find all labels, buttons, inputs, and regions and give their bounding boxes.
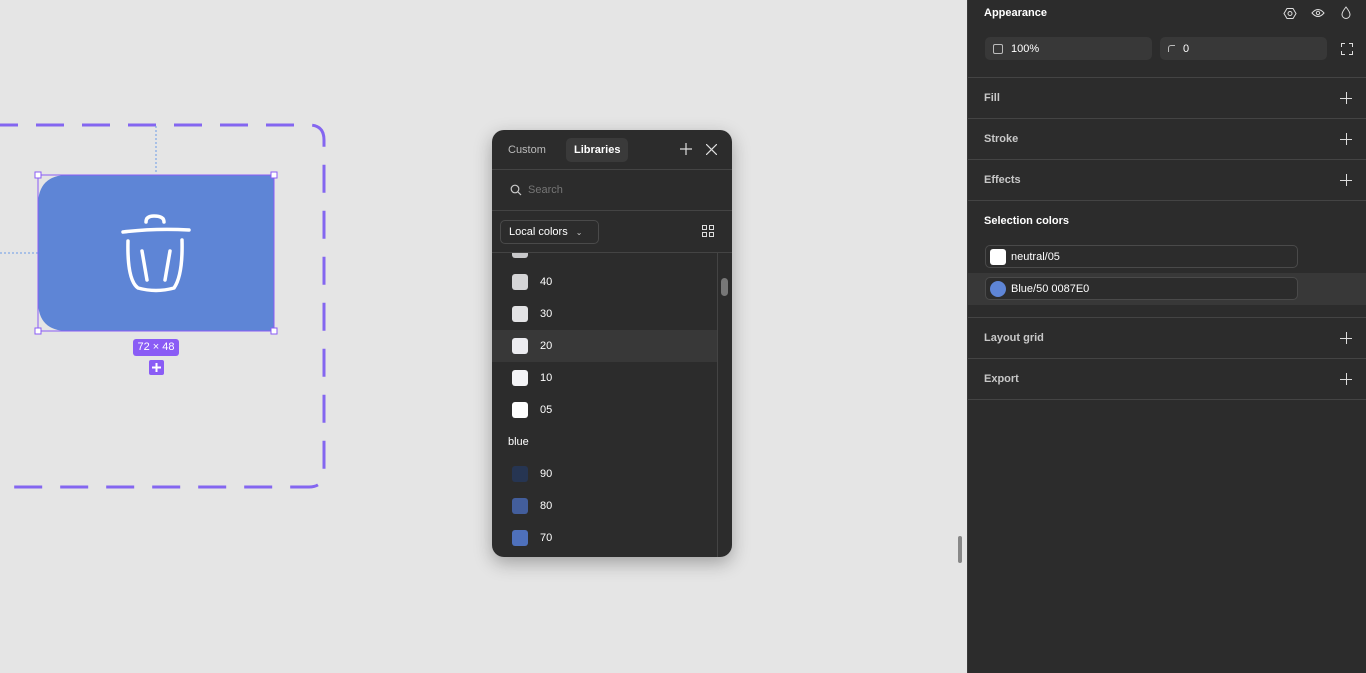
selection-color-blue[interactable]: Blue/50 0087E0: [985, 277, 1298, 300]
tab-libraries[interactable]: Libraries: [566, 138, 629, 162]
color-item[interactable]: 40: [492, 266, 717, 298]
resize-handle: [270, 171, 278, 179]
divider: [968, 77, 1366, 78]
color-item-label: 40: [540, 276, 553, 288]
canvas[interactable]: 72 × 48: [0, 0, 967, 673]
color-item-label: 90: [540, 468, 553, 480]
panel-resize-handle[interactable]: [958, 536, 962, 563]
search-icon: [510, 184, 522, 199]
appearance-title: Appearance: [984, 7, 1047, 19]
selection-color-label: neutral/05: [1011, 250, 1060, 263]
opacity-icon: [993, 43, 1003, 54]
color-item[interactable]: 80: [492, 490, 717, 522]
chevron-down-icon: ⌄: [575, 227, 583, 237]
divider: [492, 169, 732, 170]
stroke-title: Stroke: [984, 133, 1019, 145]
opacity-field[interactable]: 100%: [985, 37, 1152, 60]
resize-handle: [34, 171, 42, 179]
color-swatch: [512, 498, 528, 514]
color-swatch: [512, 466, 528, 482]
color-swatch: [990, 280, 1006, 297]
independent-corners-icon[interactable]: [1341, 43, 1353, 58]
color-swatch: [512, 306, 528, 322]
corner-radius-field[interactable]: 0: [1160, 37, 1327, 60]
color-item-label: 50: [540, 253, 552, 256]
close-icon[interactable]: [705, 143, 718, 156]
add-icon[interactable]: [680, 143, 692, 155]
add-stroke-icon[interactable]: [1340, 133, 1352, 145]
color-item[interactable]: 05: [492, 394, 717, 426]
layers-icon[interactable]: [1283, 7, 1297, 23]
fill-title: Fill: [984, 92, 1000, 104]
blend-drop-icon[interactable]: [1341, 6, 1351, 22]
layout-grid-title: Layout grid: [984, 332, 1044, 344]
color-swatch: [512, 530, 528, 546]
canvas-graphics: [0, 123, 326, 489]
selected-shape: [38, 175, 274, 331]
corner-radius-icon: [1168, 45, 1175, 52]
selection-color-label: Blue/50 0087E0: [1011, 282, 1090, 295]
library-select-value: Local colors: [509, 226, 568, 238]
add-layout-grid-icon[interactable]: [1340, 332, 1352, 344]
color-item-label: 30: [540, 308, 553, 320]
group-label: blue: [508, 436, 529, 448]
color-item-label: 10: [540, 372, 553, 384]
opacity-value: 100%: [1011, 42, 1040, 55]
color-swatch: [512, 253, 528, 258]
color-picker-popup: Custom Libraries Local colors ⌄ 50 40 30 2…: [492, 130, 732, 557]
export-title: Export: [984, 373, 1019, 385]
color-item[interactable]: 30: [492, 298, 717, 330]
divider: [968, 358, 1366, 359]
divider: [492, 210, 732, 211]
color-item-label: 20: [540, 340, 553, 352]
color-swatch: [512, 370, 528, 386]
effects-title: Effects: [984, 174, 1021, 186]
color-item-label: 70: [540, 532, 553, 544]
scrollbar-track[interactable]: [717, 253, 718, 557]
grid-view-icon[interactable]: [702, 225, 714, 240]
color-item[interactable]: 50: [492, 253, 717, 266]
library-select[interactable]: Local colors ⌄: [500, 220, 599, 244]
selection-color-neutral[interactable]: neutral/05: [985, 245, 1298, 268]
add-effect-icon[interactable]: [1340, 174, 1352, 186]
divider: [968, 317, 1366, 318]
properties-panel: Appearance 100% 0 Fill Stroke Effects Se…: [967, 0, 1366, 673]
color-swatch: [512, 338, 528, 354]
color-item-label: 80: [540, 500, 553, 512]
search-input[interactable]: [528, 180, 708, 200]
color-item[interactable]: 10: [492, 362, 717, 394]
size-label: 72 × 48: [133, 339, 179, 356]
color-list: 50 40 30 20 10 05 blue 90 80 70: [492, 253, 732, 557]
color-item[interactable]: 90: [492, 458, 717, 490]
add-fill-icon[interactable]: [1340, 92, 1352, 104]
eye-icon[interactable]: [1311, 8, 1325, 21]
divider: [968, 159, 1366, 160]
color-swatch: [990, 248, 1006, 265]
scrollbar-thumb[interactable]: [721, 278, 728, 296]
divider: [968, 118, 1366, 119]
tab-custom[interactable]: Custom: [500, 138, 554, 162]
divider: [968, 399, 1366, 400]
color-swatch: [512, 402, 528, 418]
add-export-icon[interactable]: [1340, 373, 1352, 385]
corner-radius-value: 0: [1183, 42, 1190, 55]
color-swatch: [512, 274, 528, 290]
resize-handle: [270, 327, 278, 335]
color-item[interactable]: 20: [492, 330, 717, 362]
color-item-label: 05: [540, 404, 553, 416]
selection-colors-title: Selection colors: [984, 215, 1069, 227]
resize-handle: [34, 327, 42, 335]
color-item[interactable]: 70: [492, 522, 717, 554]
divider: [968, 200, 1366, 201]
